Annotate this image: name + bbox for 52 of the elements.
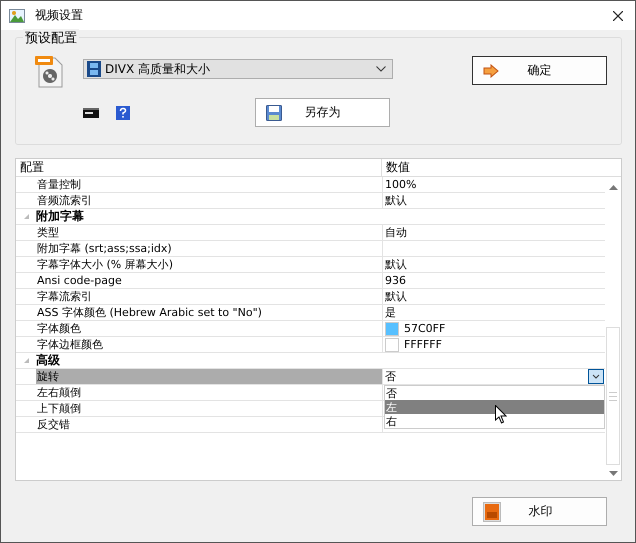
category-label[interactable]: 高级 — [36, 352, 60, 369]
column-header[interactable]: 配置 — [16, 159, 382, 176]
help-icon[interactable] — [116, 106, 130, 120]
property-value: FFFFFF — [404, 338, 442, 351]
property-value: 自动 — [385, 225, 407, 240]
dropdown-option[interactable]: 左 — [385, 400, 604, 414]
property-name[interactable]: 旋转 — [36, 369, 383, 384]
confirm-button[interactable]: 确定 — [472, 56, 607, 85]
dropdown-option[interactable]: 否 — [385, 386, 604, 400]
window-title: 视频设置 — [35, 7, 84, 24]
preset-combo[interactable]: DIVX 高质量和大小 — [83, 59, 393, 79]
property-name[interactable]: 附加字幕 (srt;ass;ssa;idx) — [36, 241, 383, 256]
property-name[interactable]: 字幕流索引 — [36, 289, 383, 304]
column-header[interactable]: 数值 — [382, 159, 621, 176]
property-name[interactable]: 类型 — [36, 225, 383, 240]
property-name[interactable]: 字幕字体大小 (% 屏幕大小) — [36, 257, 383, 272]
mouse-pointer-icon — [495, 405, 507, 424]
property-value: 100% — [385, 178, 416, 191]
property-name[interactable]: 上下颠倒 — [36, 401, 383, 416]
watermark-icon — [483, 502, 501, 522]
scroll-up-icon[interactable] — [608, 185, 618, 190]
dropdown-button[interactable] — [588, 369, 604, 384]
watermark-button[interactable]: 水印 — [472, 497, 607, 526]
property-value: 57C0FF — [404, 322, 446, 335]
arrow-right-icon — [483, 64, 499, 78]
property-name[interactable]: 音量控制 — [36, 177, 383, 192]
property-name[interactable]: 字体边框颜色 — [36, 337, 383, 352]
property-value: 默认 — [385, 193, 407, 208]
property-name[interactable]: 字体颜色 — [36, 321, 383, 336]
chevron-down-icon — [376, 66, 386, 72]
group-legend: 预设配置 — [23, 29, 79, 47]
floppy-icon — [266, 104, 282, 120]
dropdown-option[interactable]: 右 — [385, 414, 604, 428]
category-label[interactable]: 附加字幕 — [36, 208, 84, 225]
app-icon — [9, 8, 25, 22]
film-icon — [87, 61, 101, 77]
property-value: 默认 — [385, 289, 407, 304]
video-file-icon — [35, 56, 65, 88]
scroll-down-icon[interactable] — [608, 471, 618, 476]
close-icon[interactable] — [613, 10, 623, 20]
property-name[interactable]: 左右颠倒 — [36, 385, 383, 400]
property-value: 936 — [385, 274, 406, 287]
property-name[interactable]: ASS 字体颜色 (Hebrew Arabic set to "No") — [36, 305, 383, 320]
terminal-icon[interactable] — [83, 108, 99, 118]
save-as-button[interactable]: 另存为 — [255, 98, 390, 127]
scroll-thumb[interactable] — [606, 327, 620, 465]
property-name[interactable]: Ansi code-page — [36, 273, 383, 288]
property-name[interactable]: 音频流索引 — [36, 193, 383, 208]
property-name[interactable]: 反交错 — [36, 417, 383, 432]
property-value: 是 — [385, 305, 396, 320]
property-value: 默认 — [385, 257, 407, 272]
property-value: 否 — [385, 369, 396, 384]
